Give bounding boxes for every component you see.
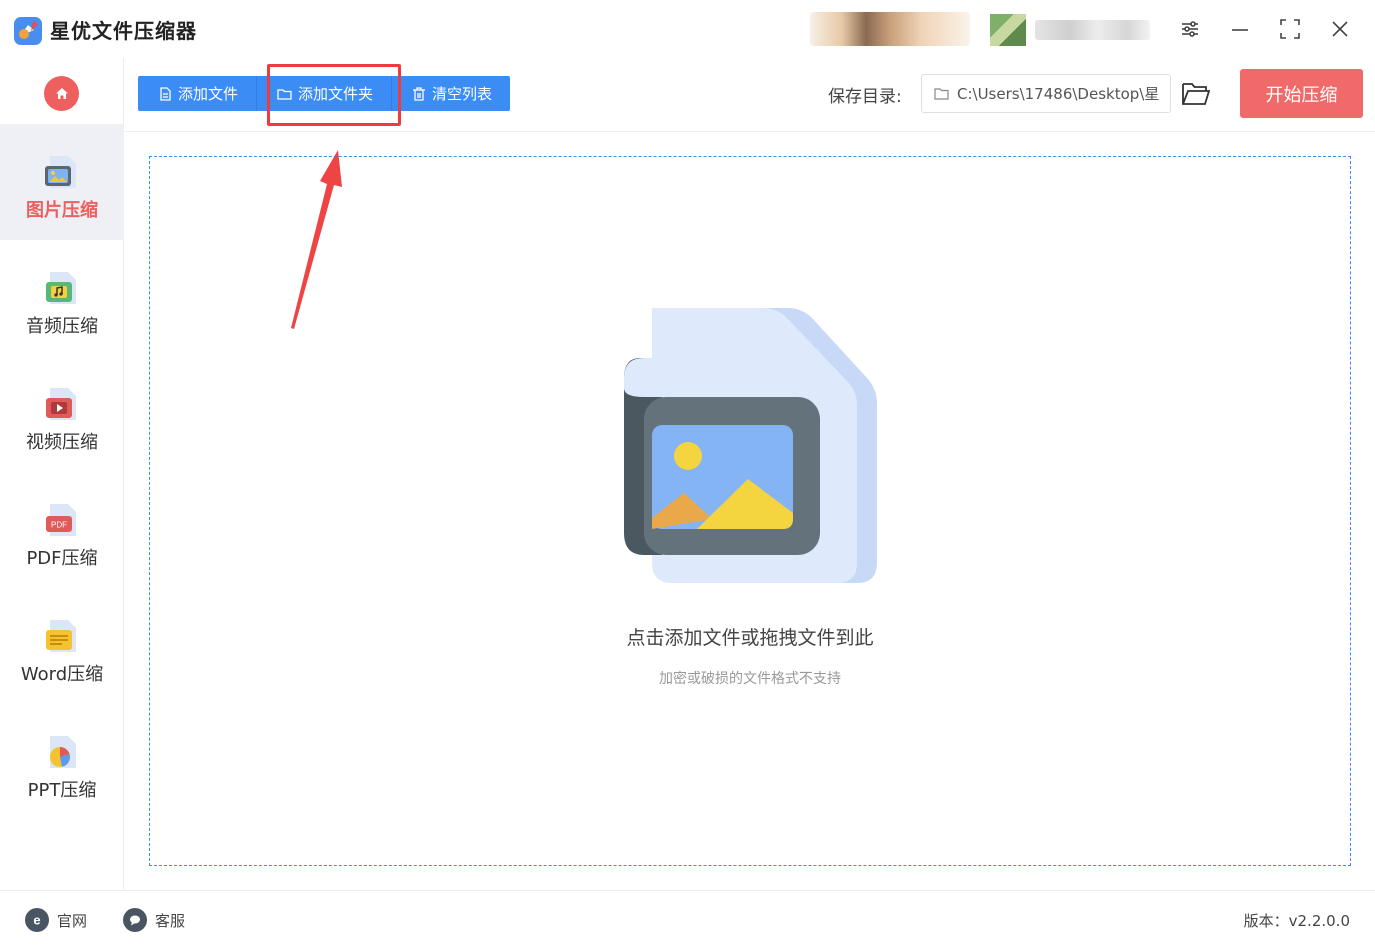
trash-icon xyxy=(413,86,426,101)
file-icon xyxy=(160,86,171,101)
annotation-arrow xyxy=(291,150,342,329)
title-bar: 星优文件压缩器 xyxy=(0,0,1375,58)
user-info-redacted xyxy=(810,12,970,46)
support-label: 客服 xyxy=(155,911,186,930)
footer: e 官网 客服 版本：v2.2.0.0 xyxy=(0,890,1375,950)
save-directory-path: C:\Users\17486\Desktop\星 xyxy=(957,85,1160,103)
video-file-icon xyxy=(46,388,76,420)
minimize-icon[interactable] xyxy=(1225,14,1255,44)
clear-list-label: 清空列表 xyxy=(432,85,493,103)
website-label: 官网 xyxy=(57,911,88,930)
sidebar-item-audio[interactable]: 音频压缩 xyxy=(0,240,124,356)
start-compress-button[interactable]: 开始压缩 xyxy=(1240,69,1363,118)
version-text: 版本：v2.2.0.0 xyxy=(1243,912,1350,930)
maximize-icon[interactable] xyxy=(1275,14,1305,44)
home-icon xyxy=(55,87,68,99)
app-title: 星优文件压缩器 xyxy=(50,19,197,43)
image-file-icon xyxy=(45,156,76,188)
save-directory-label: 保存目录: xyxy=(828,87,902,107)
settings-icon[interactable] xyxy=(1175,14,1205,44)
clear-list-button[interactable]: 清空列表 xyxy=(392,76,511,111)
ppt-file-icon xyxy=(50,736,76,768)
add-file-button[interactable]: 添加文件 xyxy=(138,76,258,111)
sidebar-item-label: 音频压缩 xyxy=(26,316,98,337)
website-link[interactable]: e 官网 xyxy=(25,908,87,932)
save-directory-field[interactable]: C:\Users\17486\Desktop\星 xyxy=(921,74,1171,113)
sidebar-item-word[interactable]: Word压缩 xyxy=(0,588,124,704)
sidebar-item-label: PPT压缩 xyxy=(27,780,97,801)
sidebar-item-label: 图片压缩 xyxy=(26,200,98,221)
close-icon[interactable] xyxy=(1325,14,1355,44)
sidebar-item-label: PDF压缩 xyxy=(26,548,98,569)
image-file-illustration-icon xyxy=(624,308,877,583)
sidebar-item-pdf[interactable]: PDF PDF压缩 xyxy=(0,472,124,588)
avatar[interactable] xyxy=(990,14,1026,46)
svg-text:PDF: PDF xyxy=(51,521,67,530)
sidebar-item-label: Word压缩 xyxy=(20,664,104,685)
account-name-redacted xyxy=(1035,20,1150,40)
sidebar-item-ppt[interactable]: PPT压缩 xyxy=(0,704,124,820)
add-file-label: 添加文件 xyxy=(178,85,239,103)
sidebar-item-video[interactable]: 视频压缩 xyxy=(0,356,124,472)
annotation-highlight-box xyxy=(267,64,401,126)
chat-bubble-icon xyxy=(123,908,147,932)
word-file-icon xyxy=(46,620,76,652)
pdf-file-icon: PDF xyxy=(46,504,76,536)
sidebar-item-label: 视频压缩 xyxy=(26,432,98,453)
support-link[interactable]: 客服 xyxy=(123,908,185,932)
app-logo-icon xyxy=(14,17,42,45)
sidebar: 图片压缩 音频压缩 视频压缩 PDF PDF压缩 Word压缩 PPT压缩 xyxy=(0,58,124,890)
folder-icon xyxy=(934,88,949,100)
browser-e-icon: e xyxy=(25,908,49,932)
home-button[interactable] xyxy=(44,76,79,111)
drop-zone-subtitle: 加密或破损的文件格式不支持 xyxy=(659,671,841,687)
sidebar-item-image[interactable]: 图片压缩 xyxy=(0,124,124,240)
open-folder-icon[interactable] xyxy=(1181,80,1211,108)
svg-text:e: e xyxy=(33,913,40,927)
audio-file-icon xyxy=(46,272,76,304)
drop-zone-title: 点击添加文件或拖拽文件到此 xyxy=(626,627,874,649)
